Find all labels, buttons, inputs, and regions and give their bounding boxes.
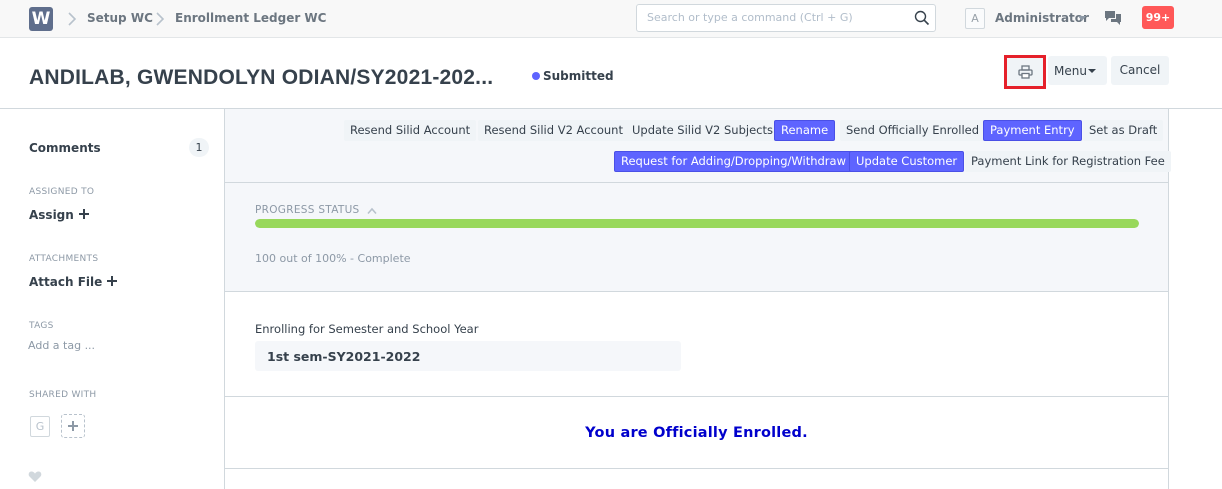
- search-input[interactable]: [647, 11, 902, 24]
- status-indicator-dot: [532, 72, 540, 80]
- tags-heading: TAGS: [29, 321, 54, 331]
- attachments-heading: ATTACHMENTS: [29, 254, 99, 264]
- update-silid-v2-subjects-button[interactable]: Update Silid V2 Subjects: [626, 120, 779, 141]
- shared-with-heading: SHARED WITH: [29, 390, 97, 400]
- officially-enrolled-message: You are Officially Enrolled.: [585, 425, 808, 441]
- semester-field-label: Enrolling for Semester and School Year: [255, 322, 479, 336]
- assign-link[interactable]: Assign: [29, 208, 89, 222]
- assign-link-label: Assign: [29, 208, 74, 222]
- comments-link[interactable]: Comments: [29, 141, 101, 155]
- assigned-to-heading: ASSIGNED TO: [29, 187, 95, 197]
- form-layout: Resend Silid Account Resend Silid V2 Acc…: [224, 109, 1171, 489]
- attach-file-link[interactable]: Attach File: [29, 275, 118, 289]
- page-title: ANDILAB, GWENDOLYN ODIAN/SY2021-202...: [29, 66, 494, 89]
- page-head: ANDILAB, GWENDOLYN ODIAN/SY2021-202... S…: [0, 39, 1222, 109]
- progress-status-section: PROGRESS STATUS 100 out of 100% - Comple…: [225, 183, 1168, 292]
- menu-button-label: Menu: [1054, 64, 1087, 78]
- plus-icon: [107, 276, 118, 286]
- breadcrumb-setup[interactable]: Setup WC: [87, 11, 153, 25]
- caret-down-icon: [1088, 69, 1096, 73]
- payment-link-registration-fee-button[interactable]: Payment Link for Registration Fee: [965, 151, 1171, 172]
- caret-down-icon[interactable]: [1078, 16, 1086, 21]
- comments-count: 1: [189, 138, 209, 157]
- app-logo[interactable]: W: [29, 7, 53, 31]
- semester-field-section: Enrolling for Semester and School Year 1…: [225, 292, 1168, 397]
- attach-file-label: Attach File: [29, 275, 103, 289]
- search-icon[interactable]: [914, 10, 930, 26]
- plus-icon: [78, 209, 89, 219]
- add-share-button[interactable]: [61, 414, 85, 438]
- chat-icon[interactable]: [1104, 10, 1122, 27]
- chevron-up-icon[interactable]: [367, 207, 377, 215]
- resend-silid-v2-account-button[interactable]: Resend Silid V2 Account: [478, 120, 629, 141]
- semester-field-value: 1st sem-SY2021-2022: [267, 349, 421, 364]
- enrolled-message-section: You are Officially Enrolled.: [225, 397, 1168, 469]
- heart-icon[interactable]: [28, 470, 42, 483]
- top-navbar: W Setup WC Enrollment Ledger WC A Admini…: [0, 0, 1222, 38]
- resend-silid-account-button[interactable]: Resend Silid Account: [344, 120, 477, 141]
- notifications-badge[interactable]: 99+: [1142, 6, 1174, 29]
- progress-bar-fill: [255, 219, 1139, 228]
- update-customer-button[interactable]: Update Customer: [849, 151, 965, 172]
- semester-field-value-box: 1st sem-SY2021-2022: [255, 341, 681, 371]
- cancel-button[interactable]: Cancel: [1111, 56, 1169, 85]
- user-avatar[interactable]: A: [965, 8, 985, 29]
- rename-button[interactable]: Rename: [774, 120, 836, 141]
- breadcrumb-enrollment-ledger[interactable]: Enrollment Ledger WC: [175, 11, 326, 25]
- set-as-draft-button[interactable]: Set as Draft: [1083, 120, 1164, 141]
- custom-actions-bar: Resend Silid Account Resend Silid V2 Acc…: [225, 109, 1171, 183]
- search-box[interactable]: [636, 4, 936, 32]
- printer-icon: [1018, 65, 1033, 79]
- chevron-right-icon: [68, 12, 77, 26]
- user-menu-name[interactable]: Administrator: [995, 11, 1089, 25]
- menu-button[interactable]: Menu: [1048, 56, 1107, 85]
- status-badge: Submitted: [543, 69, 614, 83]
- print-button[interactable]: [1004, 55, 1046, 89]
- shared-user-avatar[interactable]: G: [30, 416, 50, 437]
- chevron-right-icon: [156, 12, 165, 26]
- progress-status-heading[interactable]: PROGRESS STATUS: [255, 204, 360, 216]
- add-tag-input[interactable]: Add a tag ...: [28, 339, 95, 352]
- send-officially-enrolled-button[interactable]: Send Officially Enrolled: [840, 120, 986, 141]
- progress-bar: [255, 219, 1139, 228]
- plus-icon: [68, 421, 78, 431]
- request-adding-dropping-withdraw-button[interactable]: Request for Adding/Dropping/Withdraw: [614, 151, 853, 172]
- payment-entry-button[interactable]: Payment Entry: [983, 120, 1082, 141]
- progress-text: 100 out of 100% - Complete: [255, 252, 411, 265]
